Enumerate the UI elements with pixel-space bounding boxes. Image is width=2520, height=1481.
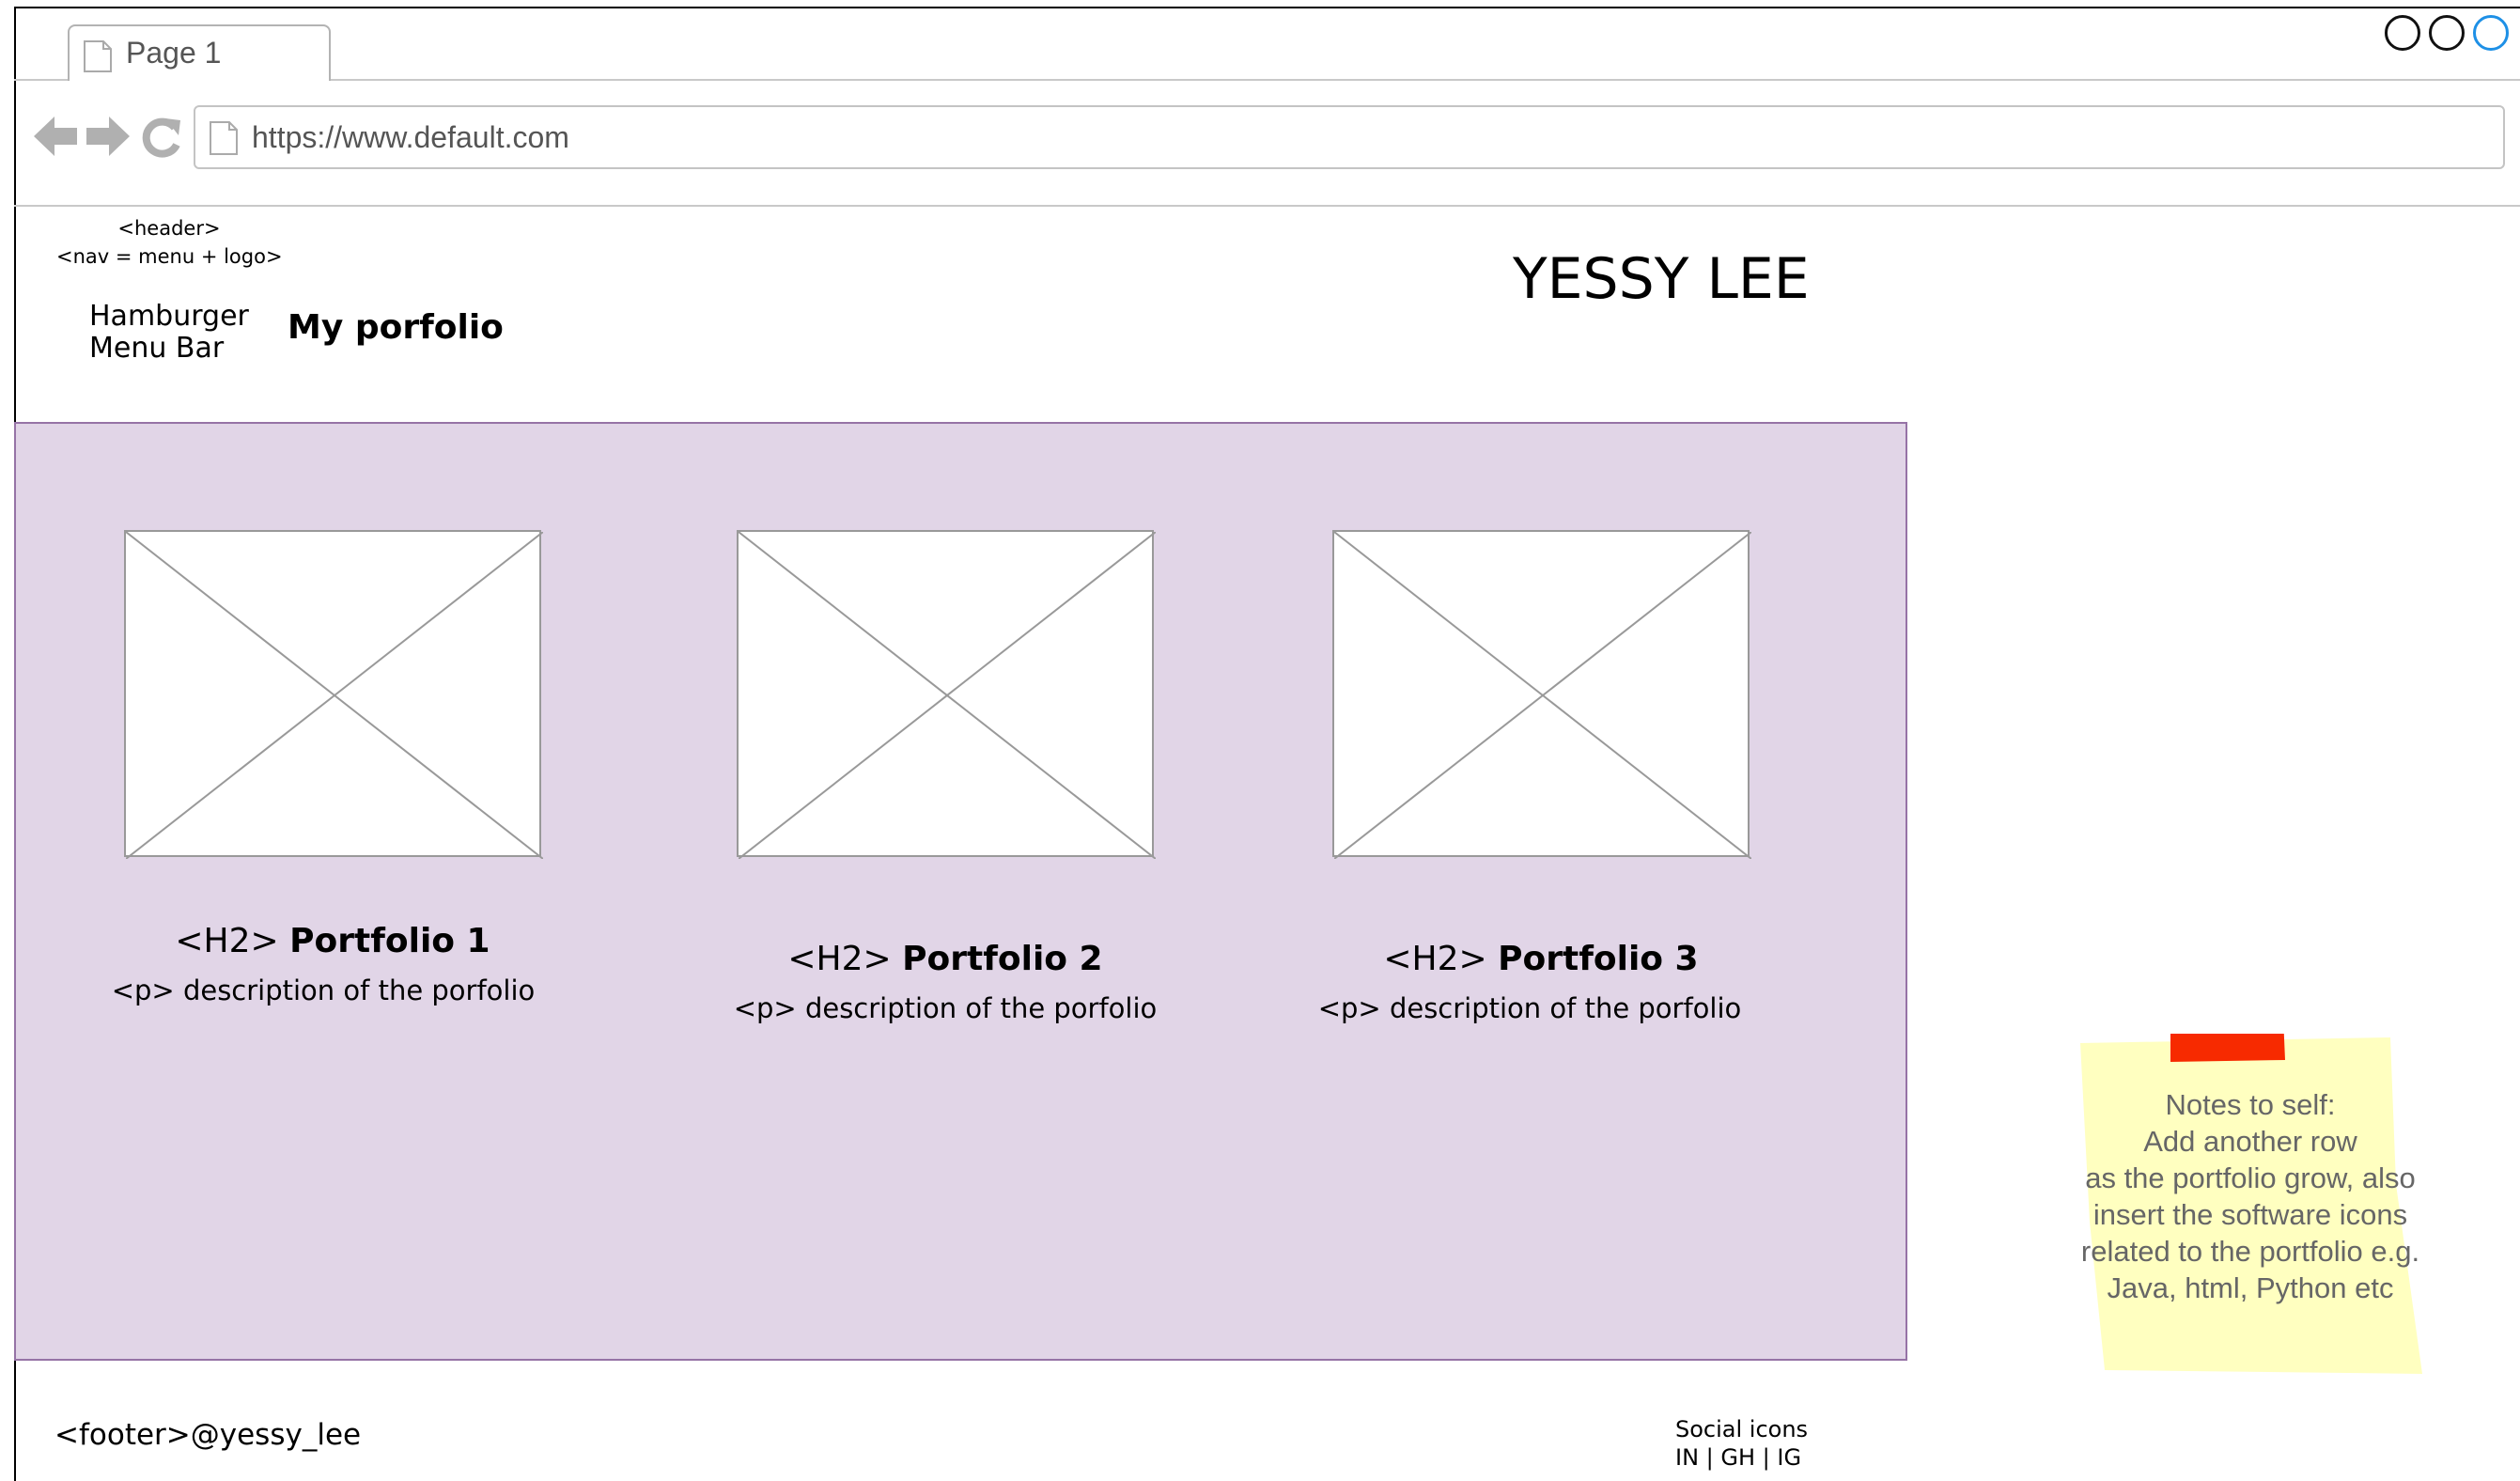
header-annotation: <header> <nav = menu + logo> <box>56 214 283 271</box>
forward-arrow-icon[interactable] <box>86 117 130 161</box>
footer-handle: <footer>@yessy_lee <box>54 1418 362 1452</box>
hamburger-menu[interactable]: Hamburger Menu Bar <box>89 301 249 365</box>
sticky-note: Notes to self: Add another row as the po… <box>2077 1034 2424 1374</box>
sticky-note-line: as the portfolio grow, also <box>2085 1161 2416 1194</box>
maximize-button[interactable] <box>2429 15 2465 51</box>
hamburger-label-line: Menu Bar <box>89 332 225 365</box>
portfolio-name: Portfolio 1 <box>289 922 490 960</box>
tab-page-1[interactable]: Page 1 <box>68 24 331 81</box>
back-arrow-icon[interactable] <box>34 117 77 161</box>
tab-label: Page 1 <box>126 36 222 70</box>
portfolio-description: <p> description of the porfolio <box>111 974 536 1006</box>
tab-bar-divider <box>14 79 2520 81</box>
h2-tag: <H2> <box>787 940 892 978</box>
header-annotation-line: <header> <box>117 217 221 240</box>
sticky-note-text: Notes to self: Add another row as the po… <box>2077 1086 2424 1306</box>
portfolio-description: <p> description of the porfolio <box>733 992 1158 1024</box>
minimize-button[interactable] <box>2385 15 2420 51</box>
sticky-note-line: Notes to self: <box>2165 1088 2336 1121</box>
sticky-note-line: related to the portfolio e.g. <box>2080 1235 2420 1268</box>
sticky-note-line: Add another row <box>2143 1125 2357 1158</box>
page-icon <box>83 39 113 78</box>
portfolio-section: <H2> Portfolio 1 <p> description of the … <box>14 422 1907 1361</box>
toolbar-divider <box>14 205 2520 207</box>
header-annotation-line: <nav = menu + logo> <box>56 245 283 268</box>
page-icon <box>209 120 239 161</box>
image-placeholder <box>124 530 543 859</box>
portfolio-name: Portfolio 3 <box>1498 940 1699 978</box>
h2-tag: <H2> <box>175 922 279 960</box>
hamburger-label-line: Hamburger <box>89 300 249 333</box>
url-text: https://www.default.com <box>252 120 569 154</box>
address-bar[interactable]: https://www.default.com <box>194 105 2505 169</box>
portfolio-title: <H2> Portfolio 1 <box>51 922 614 960</box>
logo-link[interactable]: My porfolio <box>288 308 504 347</box>
reload-icon[interactable] <box>141 117 182 163</box>
close-button[interactable] <box>2473 15 2509 51</box>
portfolio-description: <p> description of the porfolio <box>1317 992 1742 1024</box>
social-icons: Social icons IN | GH | IG <box>1675 1415 1808 1472</box>
image-placeholder <box>737 530 1156 859</box>
sticky-note-line: insert the software icons <box>2092 1198 2408 1231</box>
social-icons-title: Social icons <box>1675 1416 1809 1442</box>
site-title: YESSY LEE <box>1513 246 1810 312</box>
social-links[interactable]: IN | GH | IG <box>1675 1443 1808 1472</box>
sticky-note-line: Java, html, Python etc <box>2107 1271 2394 1304</box>
portfolio-name: Portfolio 2 <box>902 940 1103 978</box>
portfolio-title: <H2> Portfolio 2 <box>663 940 1227 978</box>
image-placeholder <box>1332 530 1751 859</box>
portfolio-title: <H2> Portfolio 3 <box>1259 940 1823 978</box>
h2-tag: <H2> <box>1383 940 1487 978</box>
